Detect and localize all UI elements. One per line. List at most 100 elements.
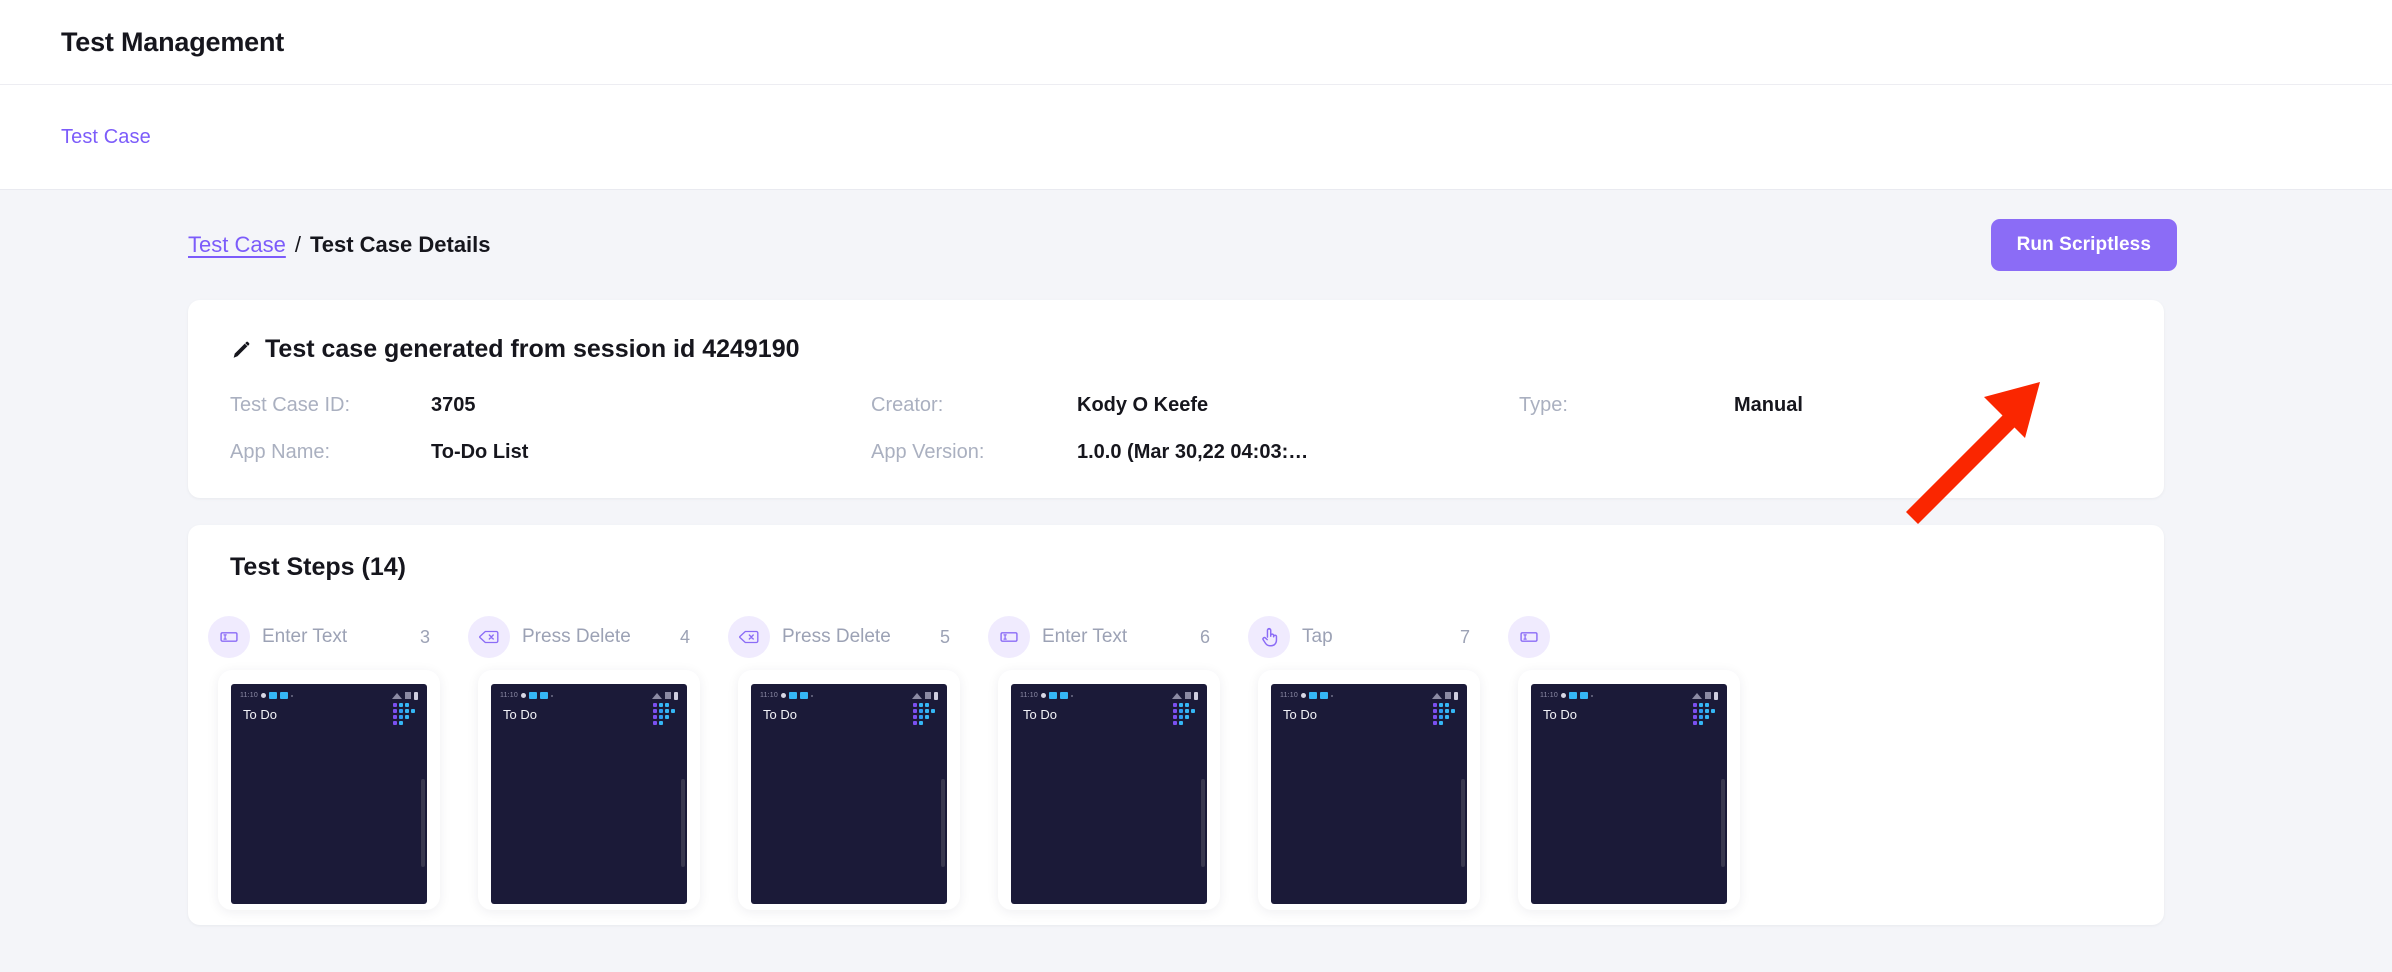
- test-step-label: Tap: [1302, 626, 1333, 647]
- app-screen-title: To Do: [243, 706, 277, 722]
- test-step-column[interactable]: Enter Text 6 11:10 To Do: [980, 616, 1240, 910]
- status-time: 11:10: [1020, 692, 1038, 699]
- wifi-icon: [652, 692, 662, 699]
- battery-icon: [1194, 691, 1198, 700]
- press-delete-icon: [468, 616, 510, 658]
- app-header-row: To Do: [751, 701, 947, 725]
- test-steps-heading: Test Steps (14): [230, 553, 406, 581]
- phone-screenshot: 11:10 To Do: [751, 684, 947, 904]
- breadcrumb: Test Case / Test Case Details: [188, 232, 491, 258]
- status-more-icon: [1591, 694, 1593, 697]
- meta-label-creator: Creator:: [871, 394, 944, 416]
- status-time: 11:10: [760, 692, 778, 699]
- app-screen-title: To Do: [1023, 706, 1057, 722]
- status-app-icon-1: [1049, 692, 1057, 699]
- test-step-card[interactable]: 11:10 To Do: [1518, 670, 1740, 910]
- meta-label-app-name: App Name:: [230, 441, 331, 463]
- signal-icon: [1185, 692, 1191, 699]
- test-step-column[interactable]: Enter Text 3 11:10 To Do: [200, 616, 460, 910]
- scrollbar[interactable]: [421, 779, 425, 867]
- status-app-icon-2: [1320, 692, 1328, 699]
- status-more-icon: [1331, 694, 1333, 697]
- test-step-index: 3: [419, 626, 430, 647]
- status-dot-icon: [261, 693, 266, 698]
- test-step-column[interactable]: Press Delete 5 11:10 To Do: [720, 616, 980, 910]
- status-app-icon-1: [529, 692, 537, 699]
- test-step-column[interactable]: Press Delete 4 11:10 To Do: [460, 616, 720, 910]
- status-app-icon-1: [1309, 692, 1317, 699]
- status-app-icon-1: [789, 692, 797, 699]
- test-step-index: 5: [939, 626, 950, 647]
- phone-status-bar: 11:10: [1011, 684, 1207, 701]
- phone-status-bar: 11:10: [491, 684, 687, 701]
- app-logo-icon: [1693, 703, 1715, 725]
- status-dot-icon: [1301, 693, 1306, 698]
- app-screen-title: To Do: [1283, 706, 1317, 722]
- app-logo-icon: [913, 703, 935, 725]
- scrollbar[interactable]: [1201, 779, 1205, 867]
- app-screen-title: To Do: [763, 706, 797, 722]
- test-steps-track[interactable]: Enter Text 3 11:10 To Do Press Delete 4 11:10 T…: [188, 616, 2164, 910]
- enter-text-icon: [208, 616, 250, 658]
- page-title: Test Management: [61, 26, 285, 57]
- test-step-header: Enter Text 6: [980, 616, 1240, 658]
- test-step-card[interactable]: 11:10 To Do: [1258, 670, 1480, 910]
- test-step-header: Tap 7: [1240, 616, 1500, 658]
- app-screen-title: To Do: [1543, 706, 1577, 722]
- test-step-label: Press Delete: [522, 626, 631, 647]
- phone-screenshot: 11:10 To Do: [231, 684, 427, 904]
- app-header-row: To Do: [1271, 701, 1467, 725]
- scrollbar[interactable]: [1461, 779, 1465, 867]
- meta-value-app-name: To-Do List: [431, 441, 529, 463]
- app-logo-icon: [1433, 703, 1455, 725]
- status-more-icon: [551, 694, 553, 697]
- test-step-header: [1500, 616, 1760, 658]
- tab-test-case[interactable]: Test Case: [61, 126, 151, 149]
- app-header-row: To Do: [231, 701, 427, 725]
- test-step-index: 7: [1459, 626, 1470, 647]
- scrollbar[interactable]: [681, 779, 685, 867]
- scrollbar[interactable]: [1721, 779, 1725, 867]
- meta-value-test-case-id: 3705: [431, 394, 476, 416]
- breadcrumb-link-test-case[interactable]: Test Case: [188, 232, 286, 258]
- battery-icon: [934, 691, 938, 700]
- meta-value-app-version: 1.0.0 (Mar 30,22 04:03:…: [1077, 441, 1309, 463]
- run-scriptless-button[interactable]: Run Scriptless: [1990, 219, 2177, 271]
- test-case-info-card: Test case generated from session id 4249…: [188, 300, 2164, 498]
- breadcrumb-separator: /: [294, 232, 301, 257]
- status-more-icon: [811, 694, 813, 697]
- breadcrumb-current: Test Case Details: [309, 232, 491, 257]
- phone-screenshot: 11:10 To Do: [1271, 684, 1467, 904]
- status-dot-icon: [521, 693, 526, 698]
- enter-text-icon: [988, 616, 1030, 658]
- breadcrumb-row: Test Case / Test Case Details Run Script…: [188, 190, 2177, 300]
- test-step-index: 6: [1199, 626, 1210, 647]
- scrollbar[interactable]: [941, 779, 945, 867]
- page-body: Test Case / Test Case Details Run Script…: [0, 190, 2392, 972]
- test-step-column[interactable]: 11:10 To Do: [1500, 616, 1760, 910]
- app-logo-icon: [653, 703, 675, 725]
- test-step-card[interactable]: 11:10 To Do: [998, 670, 1220, 910]
- wifi-icon: [1432, 692, 1442, 699]
- test-step-column[interactable]: Tap 7 11:10 To Do: [1240, 616, 1500, 910]
- status-dot-icon: [1561, 693, 1566, 698]
- status-dot-icon: [781, 693, 786, 698]
- phone-screenshot: 11:10 To Do: [1011, 684, 1207, 904]
- status-app-icon-2: [280, 692, 288, 699]
- wifi-icon: [392, 692, 402, 699]
- battery-icon: [674, 691, 678, 700]
- status-more-icon: [291, 694, 293, 697]
- phone-status-bar: 11:10: [751, 684, 947, 701]
- test-step-card[interactable]: 11:10 To Do: [478, 670, 700, 910]
- meta-value-type: Manual: [1734, 394, 1803, 416]
- meta-label-app-version: App Version:: [871, 441, 985, 463]
- phone-status-bar: 11:10: [1271, 684, 1467, 701]
- status-app-icon-2: [1580, 692, 1588, 699]
- phone-screenshot: 11:10 To Do: [1531, 684, 1727, 904]
- pencil-icon[interactable]: [230, 339, 252, 361]
- test-step-card[interactable]: 11:10 To Do: [738, 670, 960, 910]
- enter-text-icon: [1508, 616, 1550, 658]
- app-screen-title: To Do: [503, 706, 537, 722]
- test-step-card[interactable]: 11:10 To Do: [218, 670, 440, 910]
- signal-icon: [925, 692, 931, 699]
